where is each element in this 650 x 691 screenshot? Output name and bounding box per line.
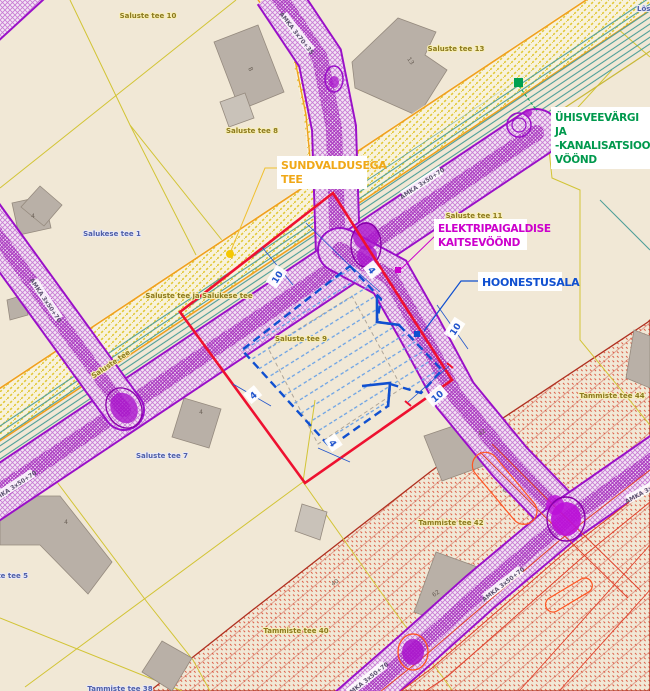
marker-dot xyxy=(226,250,234,258)
annotation-text: ÜHISVEEVÄRGI xyxy=(555,110,639,124)
parcel-label: Saluste tee 10 xyxy=(120,12,177,20)
annotation-text: SUNDVALDUSEGA xyxy=(281,159,387,172)
parcel-label: Tammiste tee 42 xyxy=(418,519,483,527)
building-number: 4 xyxy=(31,213,35,220)
map-canvas[interactable]: 10 4 10 10 4 4 SUNDVALDUSEGA TEE ÜHISVEE… xyxy=(0,0,650,691)
parcel-label: Tammiste tee 40 xyxy=(263,627,328,635)
marker-dot xyxy=(395,267,401,273)
annotation-water-zone: ÜHISVEEVÄRGI JA -KANALISATSIOONI VÖÖND xyxy=(551,107,650,169)
parcel-label: Saluste tee 8 xyxy=(226,127,278,135)
marker-dot xyxy=(514,78,523,87)
annotation-text: TEE xyxy=(281,173,303,186)
parcel-label: Saluste tee 11 xyxy=(446,212,503,220)
parcel-label: Saluste tee 5 xyxy=(0,572,28,580)
parcel-label: Saluste tee ja Salukese tee xyxy=(145,292,252,300)
parcel-label: Tammiste tee 38 xyxy=(87,685,152,691)
marker-dot xyxy=(414,331,420,337)
annotation-text: VÖÖND xyxy=(555,152,597,166)
annotation-text: ELEKTRIPAIGALDISE xyxy=(438,223,551,235)
annotation-text: KAITSEVÖÖND xyxy=(438,235,521,249)
map-edge-label: Lõst xyxy=(637,5,650,13)
annotation-text: HOONESTUSALA xyxy=(482,276,580,289)
plan-map-svg: 10 4 10 10 4 4 SUNDVALDUSEGA TEE ÜHISVEE… xyxy=(0,0,650,691)
annotation-text: JA xyxy=(554,126,568,138)
parcel-label: Saluste tee 13 xyxy=(428,45,485,53)
parcel-label: Saluste tee 9 xyxy=(275,335,327,343)
parcel-label: Tammiste tee 44 xyxy=(579,392,644,400)
building-number: 4 xyxy=(64,519,68,526)
annotation-text: -KANALISATSIOONI xyxy=(555,140,650,152)
parcel-label: Saluste tee 7 xyxy=(136,452,188,460)
parcel-label: Salukese tee 1 xyxy=(83,230,141,238)
building-number: 4 xyxy=(199,409,203,416)
